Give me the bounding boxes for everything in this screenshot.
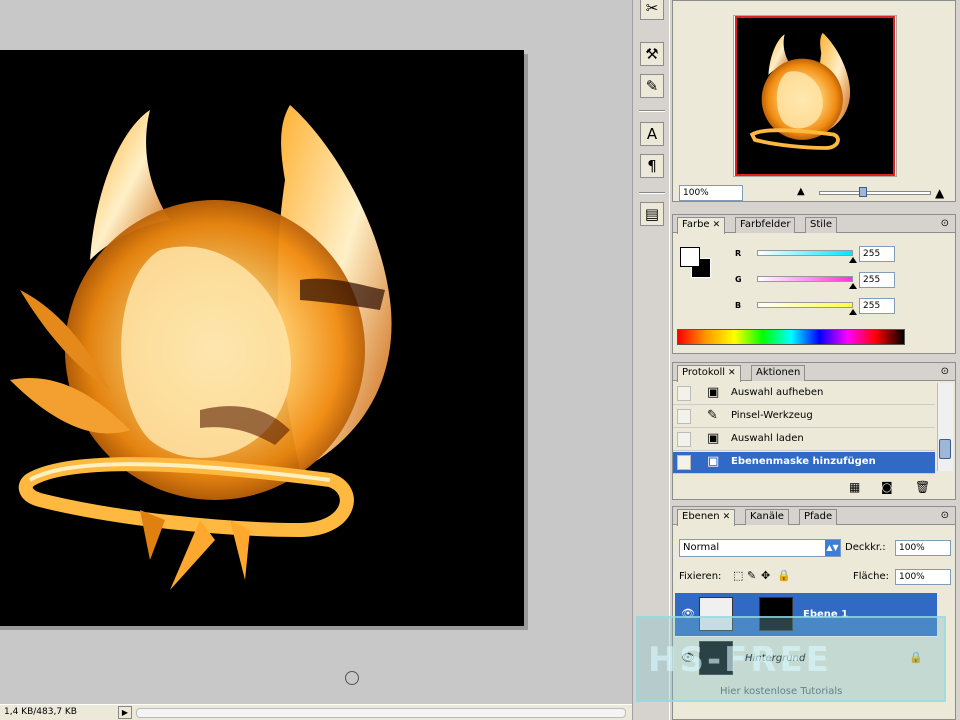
new-document-from-state-icon[interactable]: ▦ xyxy=(849,480,860,494)
blend-mode-select[interactable]: Normal xyxy=(679,539,841,557)
history-panel-tabs: Protokoll ✕ Aktionen ⊙ xyxy=(673,363,955,382)
lock-transparent-icon[interactable]: ⬚ xyxy=(733,569,743,582)
color-spectrum-ramp[interactable] xyxy=(677,329,905,345)
history-item-selected[interactable]: ▣ Ebenenmaske hinzufügen xyxy=(673,452,935,474)
tab-farbfelder[interactable]: Farbfelder xyxy=(735,217,796,233)
clone-stamp-tool-icon[interactable]: ⚒ xyxy=(640,42,664,66)
status-menu-arrow-icon[interactable]: ▶ xyxy=(118,706,132,719)
tab-label: Pfade xyxy=(804,511,833,522)
brush-icon: ✎ xyxy=(707,408,718,423)
color-panel-tabs: Farbe ✕ Farbfelder Stile ⊙ xyxy=(673,215,955,234)
history-item-label: Ebenenmaske hinzufügen xyxy=(731,456,876,467)
navigator-zoom-slider[interactable] xyxy=(819,191,931,195)
type-tool-icon[interactable]: A xyxy=(640,122,664,146)
document-size-readout: 1,4 KB/483,7 KB xyxy=(4,707,77,717)
paragraph-tool-icon[interactable]: ¶ xyxy=(640,154,664,178)
history-item-label: Auswahl laden xyxy=(731,433,804,444)
channel-value-g[interactable]: 255 xyxy=(859,272,895,288)
opacity-field[interactable]: 100% xyxy=(895,540,951,556)
toolbox-divider xyxy=(639,110,665,112)
slice-tool-icon[interactable]: ✂ xyxy=(640,0,664,20)
channel-slider-r-knob[interactable] xyxy=(849,257,857,263)
watermark-logo-text: HS-FREE xyxy=(648,640,832,680)
trash-icon[interactable]: 🗑 xyxy=(915,480,930,494)
lock-label: Fixieren: xyxy=(679,571,722,582)
tab-stile[interactable]: Stile xyxy=(805,217,837,233)
color-panel: Farbe ✕ Farbfelder Stile ⊙ R 255 G 255 B … xyxy=(672,214,956,354)
tab-pfade[interactable]: Pfade xyxy=(799,509,838,525)
panel-menu-icon[interactable]: ⊙ xyxy=(941,218,949,229)
history-state-icon: ▣ xyxy=(707,385,720,400)
panel-dock-icon[interactable]: ▤ xyxy=(640,202,664,226)
history-snapshot-checkbox[interactable] xyxy=(677,455,691,470)
zoom-out-icon[interactable]: ▲ xyxy=(797,186,805,197)
history-item-label: Auswahl aufheben xyxy=(731,387,824,398)
history-item[interactable]: ▣ Auswahl laden xyxy=(673,429,935,451)
channel-slider-b[interactable] xyxy=(757,302,853,308)
tab-aktionen[interactable]: Aktionen xyxy=(751,365,806,381)
navigator-panel: 100% ▲ ▲ xyxy=(672,0,956,202)
navigator-preview[interactable] xyxy=(735,16,895,176)
tab-label: Kanäle xyxy=(750,511,784,522)
fill-label: Fläche: xyxy=(853,571,890,582)
lock-position-icon[interactable]: ✥ xyxy=(761,569,770,582)
close-icon[interactable]: ✕ xyxy=(713,220,721,230)
tab-label: Aktionen xyxy=(756,367,801,378)
tab-kanaele[interactable]: Kanäle xyxy=(745,509,789,525)
channel-slider-g[interactable] xyxy=(757,276,853,282)
tab-protokoll[interactable]: Protokoll ✕ xyxy=(677,365,741,382)
tab-label: Farbfelder xyxy=(740,219,791,230)
dragon-artwork xyxy=(10,105,392,590)
lock-image-icon[interactable]: ✎ xyxy=(747,569,756,582)
channel-label-g: G xyxy=(735,275,742,284)
panel-menu-icon[interactable]: ⊙ xyxy=(941,366,949,377)
history-brush-tool-icon[interactable]: ✎ xyxy=(640,74,664,98)
navigator-thumbnail-image xyxy=(749,32,851,150)
history-state-icon: ▣ xyxy=(707,431,720,446)
horizontal-scrollbar[interactable] xyxy=(136,708,626,718)
zoom-in-icon[interactable]: ▲ xyxy=(935,186,944,200)
fill-field[interactable]: 100% xyxy=(895,569,951,585)
panel-menu-icon[interactable]: ⊙ xyxy=(941,510,949,521)
navigator-zoom-slider-knob[interactable] xyxy=(859,187,867,197)
tab-label: Stile xyxy=(810,219,832,230)
opacity-label: Deckkr.: xyxy=(845,542,886,553)
channel-label-r: R xyxy=(735,249,742,258)
channel-label-b: B xyxy=(735,301,742,310)
tab-ebenen[interactable]: Ebenen ✕ xyxy=(677,509,736,526)
new-snapshot-icon[interactable]: ◙ xyxy=(881,480,893,494)
canvas-marker-icon xyxy=(345,671,359,685)
tab-farbe[interactable]: Farbe ✕ xyxy=(677,217,726,234)
history-scrollbar-thumb[interactable] xyxy=(939,439,951,459)
history-state-icon: ▣ xyxy=(707,454,720,469)
tab-label: Protokoll xyxy=(682,367,726,378)
status-bar: 1,4 KB/483,7 KB ▶ xyxy=(0,704,632,720)
layers-panel-tabs: Ebenen ✕ Kanäle Pfade ⊙ xyxy=(673,507,955,526)
tab-label: Farbe xyxy=(682,219,710,230)
foreground-color-swatch[interactable] xyxy=(680,247,700,267)
watermark-subtitle: Hier kostenlose Tutorials xyxy=(720,686,843,697)
channel-slider-b-knob[interactable] xyxy=(849,309,857,315)
channel-slider-r[interactable] xyxy=(757,250,853,256)
channel-slider-g-knob[interactable] xyxy=(849,283,857,289)
channel-value-b[interactable]: 255 xyxy=(859,298,895,314)
close-icon[interactable]: ✕ xyxy=(723,512,731,522)
history-panel: Protokoll ✕ Aktionen ⊙ ▣ Auswahl aufheben… xyxy=(672,362,956,500)
history-snapshot-checkbox[interactable] xyxy=(677,432,691,447)
document-canvas[interactable] xyxy=(0,50,524,626)
history-item[interactable]: ▣ Auswahl aufheben xyxy=(673,383,935,405)
toolbox-divider xyxy=(639,192,665,194)
chevron-down-icon[interactable]: ▲▼ xyxy=(825,540,840,556)
navigator-zoom-field[interactable]: 100% xyxy=(679,185,743,201)
history-item[interactable]: ✎ Pinsel-Werkzeug xyxy=(673,406,935,428)
history-snapshot-checkbox[interactable] xyxy=(677,409,691,424)
panel-dock: 100% ▲ ▲ Farbe ✕ Farbfelder Stile ⊙ R 255… xyxy=(670,0,960,720)
history-snapshot-checkbox[interactable] xyxy=(677,386,691,401)
channel-value-r[interactable]: 255 xyxy=(859,246,895,262)
toolbox: ✂ ⚒ ✎ A ¶ ▤ xyxy=(632,0,670,720)
tab-label: Ebenen xyxy=(682,511,720,522)
close-icon[interactable]: ✕ xyxy=(728,368,736,378)
history-item-label: Pinsel-Werkzeug xyxy=(731,410,813,421)
lock-all-icon[interactable]: 🔒 xyxy=(777,569,791,582)
